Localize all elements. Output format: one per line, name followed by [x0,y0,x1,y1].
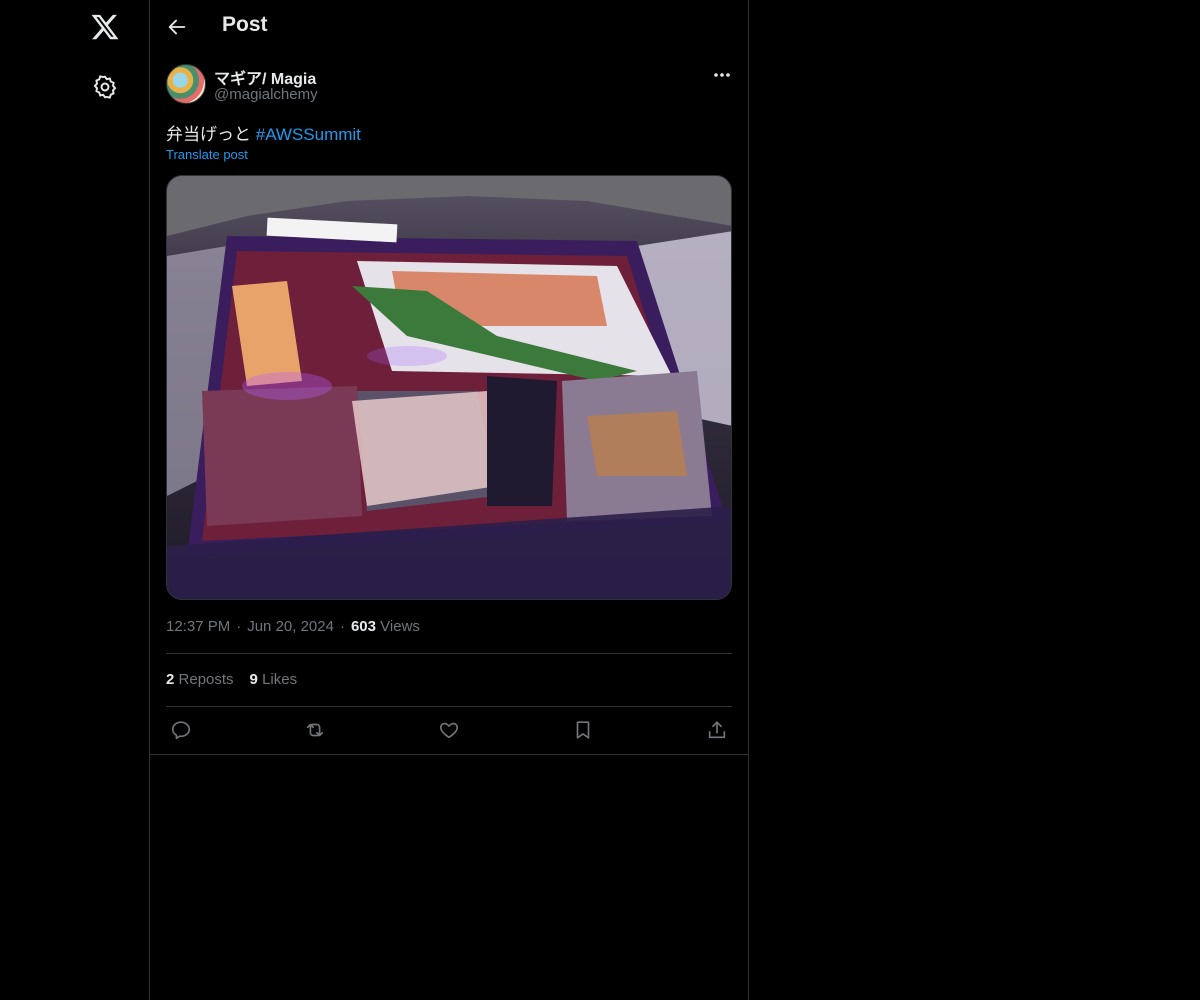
author-handle[interactable]: @magialchemy [214,86,318,103]
repost-icon[interactable] [304,719,326,741]
reposts-label[interactable]: Reposts [179,671,234,688]
share-icon[interactable] [706,719,728,741]
dot-separator: · [339,618,345,635]
post-date[interactable]: Jun 20, 2024 [247,618,334,635]
left-nav [0,0,150,1000]
page-title: Post [222,13,268,36]
gear-icon[interactable] [92,74,118,100]
post-body: 弁当げっと [166,125,251,144]
arrow-left-icon[interactable] [166,16,188,38]
reply-icon[interactable] [170,719,192,741]
avatar[interactable] [166,64,206,104]
engagement-stats: 2 Reposts 9 Likes [166,671,297,688]
likes-label[interactable]: Likes [262,671,297,688]
more-horizontal-icon[interactable] [710,66,734,84]
post-time[interactable]: 12:37 PM [166,618,230,635]
divider [166,653,732,654]
heart-icon[interactable] [438,719,460,741]
dot-separator: · [236,618,242,635]
post-image[interactable] [166,175,732,600]
likes-count[interactable]: 9 [250,671,258,688]
post-metadata: 12:37 PM · Jun 20, 2024 · 603 Views [166,618,420,635]
divider [150,754,748,755]
page-header: Post [150,0,748,54]
main-column: Post マギア/ Magia @magialchemy 弁当げっと #AWSS… [149,0,749,1000]
views-label: Views [380,618,420,635]
hashtag-link[interactable]: #AWSSummit [256,125,361,144]
action-bar [150,707,748,754]
post-text: 弁当げっと #AWSSummit [166,120,361,145]
bookmark-icon[interactable] [572,719,594,741]
translate-post-link[interactable]: Translate post [166,147,248,162]
x-logo-icon[interactable] [90,12,120,42]
reposts-count[interactable]: 2 [166,671,174,688]
views-count: 603 [350,618,376,635]
